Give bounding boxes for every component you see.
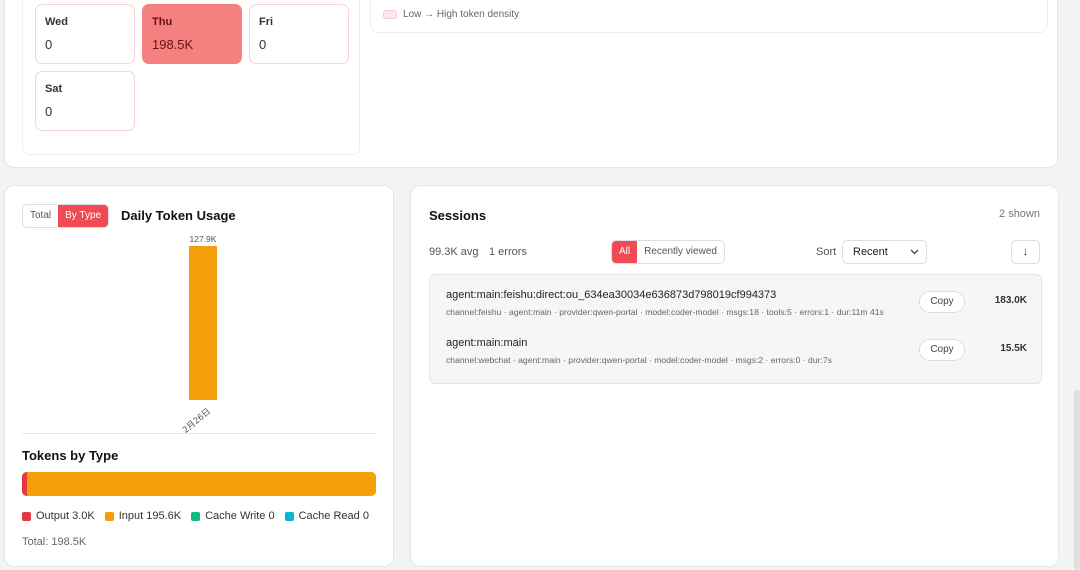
- legend-dot: [104, 511, 114, 521]
- page-scrollbar[interactable]: [1074, 390, 1080, 570]
- legend-label: Cache Read 0: [298, 510, 369, 522]
- legend-text: Low → High token density: [403, 9, 520, 20]
- sort-select[interactable]: Recent: [842, 240, 927, 264]
- day-name: Wed: [45, 16, 69, 28]
- tokens-by-type-title: Tokens by Type: [22, 448, 119, 463]
- weekday-heatmap-card: Wed 0 Thu 198.5K Fri 0 Sat 0 Low → High …: [4, 0, 1058, 168]
- weekday-grid: Wed 0 Thu 198.5K Fri 0 Sat 0: [22, 0, 360, 155]
- day-cell-fri: Fri 0: [249, 4, 349, 64]
- arrow-down-icon: ↓: [1022, 246, 1029, 258]
- day-value: 0: [45, 37, 53, 52]
- day-value: 198.5K: [152, 37, 194, 52]
- filter-recently-viewed-button[interactable]: Recently viewed: [637, 241, 724, 263]
- legend-label: Output 3.0K: [36, 510, 95, 522]
- legend-item-cache-read: Cache Read 0: [284, 510, 369, 522]
- session-name: agent:main:feishu:direct:ou_634ea30034e6…: [446, 289, 777, 301]
- session-tokens: 15.5K: [1000, 343, 1027, 354]
- day-name: Thu: [152, 16, 173, 28]
- chevron-down-icon: [910, 241, 919, 271]
- day-value: 0: [259, 37, 267, 52]
- daily-token-usage-card: Total By Type Daily Token Usage 127.9K 2月…: [4, 185, 394, 567]
- filter-all-button[interactable]: All: [612, 241, 638, 263]
- session-list: agent:main:feishu:direct:ou_634ea30034e6…: [429, 274, 1042, 384]
- toggle-total-button[interactable]: Total: [23, 205, 59, 227]
- legend-label: Input 195.6K: [118, 510, 182, 522]
- session-filter: All Recently viewed: [611, 240, 725, 264]
- chart-mode-toggle: Total By Type: [22, 204, 110, 228]
- legend-item-input: Input 195.6K: [104, 510, 182, 522]
- legend-item-output: Output 3.0K: [22, 510, 95, 522]
- session-name: agent:main:main: [446, 337, 528, 349]
- sort-direction-button[interactable]: ↓: [1011, 240, 1040, 264]
- copy-button[interactable]: Copy: [919, 291, 965, 313]
- divider: [22, 433, 377, 434]
- day-name: Sat: [45, 83, 63, 95]
- legend-dot: [191, 511, 201, 521]
- sessions-count: 2 shown: [999, 208, 1040, 220]
- session-row[interactable]: agent:main:main channel:webchat · agent:…: [430, 333, 1041, 381]
- type-bar-segment-input: [27, 472, 376, 496]
- session-row[interactable]: agent:main:feishu:direct:ou_634ea30034e6…: [430, 285, 1041, 333]
- day-value: 0: [45, 104, 53, 119]
- tokens-by-type-bar: [22, 472, 376, 496]
- toggle-by-type-button[interactable]: By Type: [58, 205, 109, 227]
- session-tokens: 183.0K: [994, 295, 1027, 306]
- bar-2月26日[interactable]: [189, 246, 217, 400]
- day-cell-wed: Wed 0: [35, 4, 135, 64]
- bar-value-label: 127.9K: [190, 234, 217, 244]
- tokens-by-type-legend: Output 3.0K Input 195.6K Cache Write 0 C…: [22, 510, 369, 522]
- day-cell-thu: Thu 198.5K: [142, 4, 242, 64]
- x-tick-label: 2月26日: [181, 407, 213, 436]
- session-meta: channel:feishu · agent:main · provider:q…: [446, 307, 884, 317]
- legend-item-cache-write: Cache Write 0: [191, 510, 275, 522]
- sessions-title: Sessions: [429, 208, 487, 223]
- daily-token-bar-chart: 127.9K 2月26日: [181, 234, 217, 436]
- legend-label: Cache Write 0: [205, 510, 275, 522]
- day-name: Fri: [259, 16, 274, 28]
- sort-value: Recent: [853, 246, 888, 258]
- density-legend: Low → High token density: [370, 0, 1048, 33]
- legend-dot: [284, 511, 294, 521]
- sessions-card: Sessions 2 shown 99.3K avg 1 errors All …: [410, 185, 1059, 567]
- day-cell-sat: Sat 0: [35, 71, 135, 131]
- total-tokens: Total: 198.5K: [22, 536, 87, 548]
- legend-dot: [22, 511, 31, 521]
- sessions-errors: 1 errors: [489, 246, 527, 258]
- sessions-average: 99.3K avg: [429, 246, 479, 258]
- legend-swatch: [383, 10, 397, 19]
- session-meta: channel:webchat · agent:main · provider:…: [446, 355, 832, 365]
- sort-label: Sort: [816, 246, 837, 258]
- copy-button[interactable]: Copy: [919, 339, 965, 361]
- chart-title: Daily Token Usage: [121, 208, 236, 223]
